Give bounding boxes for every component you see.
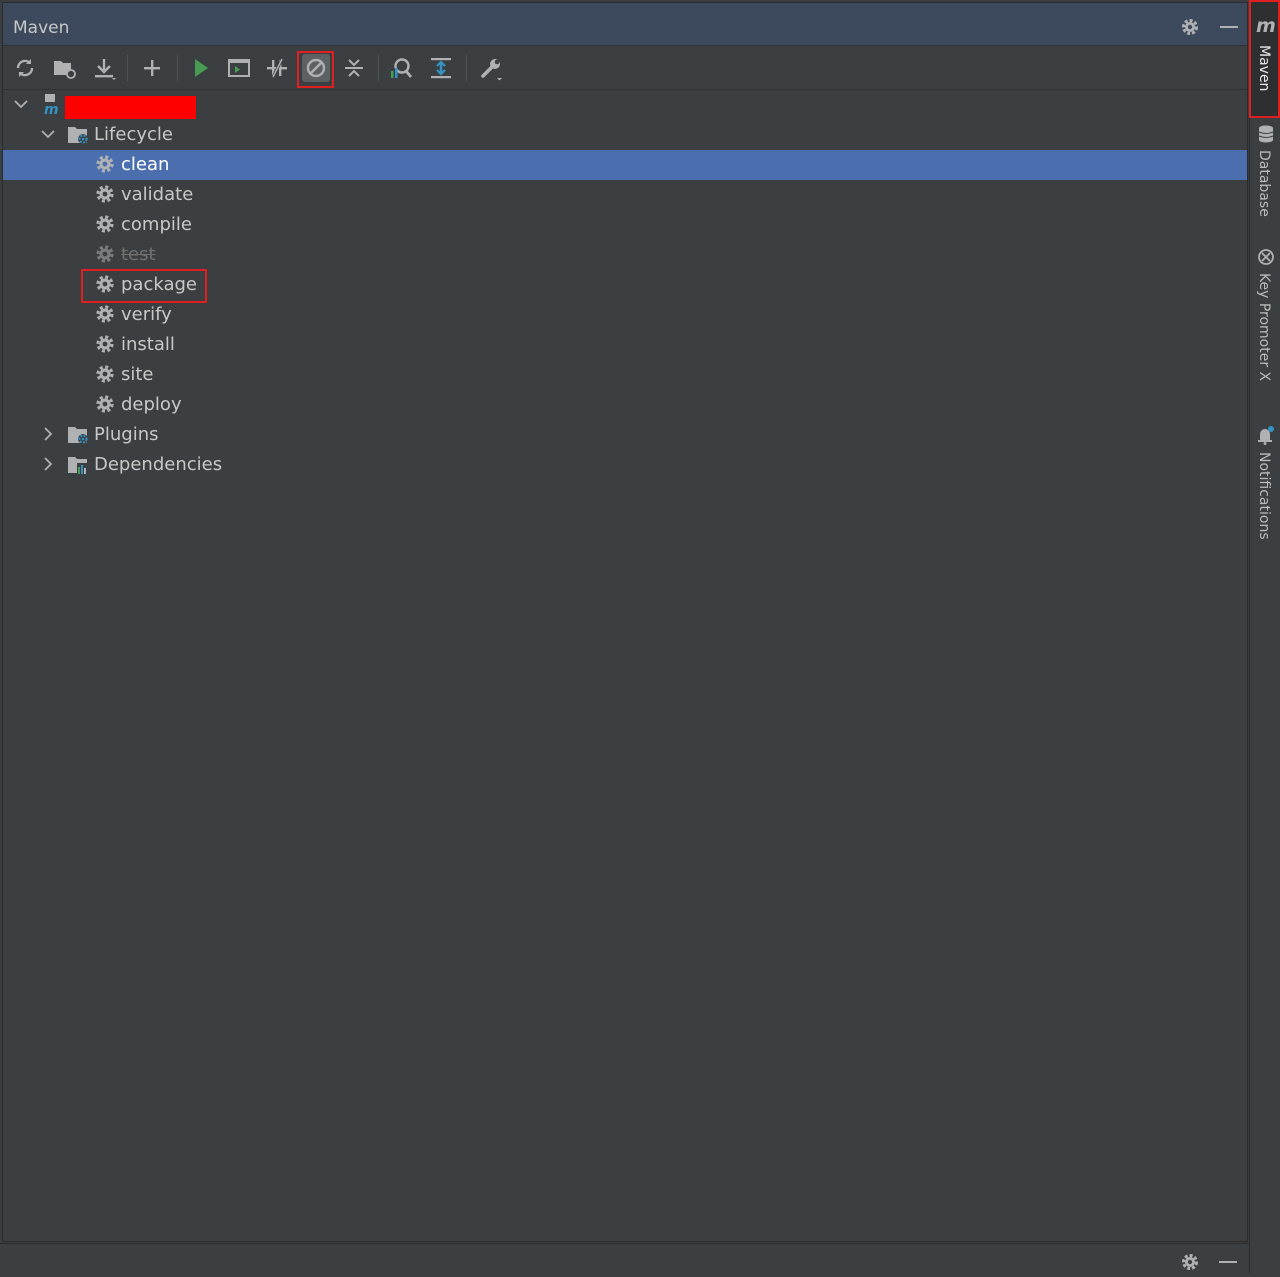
toolbar-separator (466, 55, 467, 81)
gear-icon[interactable] (1179, 16, 1201, 38)
toolbar-separator (177, 55, 178, 81)
plus-icon[interactable] (138, 54, 166, 82)
side-tab-maven[interactable]: m Maven (1249, 0, 1280, 118)
goal-label: validate (121, 184, 194, 205)
toolbar-separator (127, 55, 128, 81)
gear-icon (94, 153, 116, 175)
maven-tab-highlight (1249, 0, 1280, 118)
play-icon[interactable] (187, 54, 215, 82)
tool-window-header: Maven (3, 3, 1247, 46)
bottom-tool-strip (0, 1243, 1249, 1274)
goal-label: deploy (121, 394, 182, 415)
tree-label-lifecycle: Lifecycle (94, 124, 173, 145)
maven-tool-window: Maven m Lifecycle clean validate compile… (2, 2, 1248, 1242)
goal-label: clean (121, 154, 170, 175)
goal-label: install (121, 334, 175, 355)
gear-icon[interactable] (1179, 1251, 1201, 1277)
side-tab-notifications[interactable]: Notifications (1250, 422, 1280, 552)
tree-row-goal[interactable]: package (3, 269, 1247, 303)
goal-label: compile (121, 214, 192, 235)
wrench-icon[interactable] (477, 54, 505, 82)
chevron-down-icon[interactable] (39, 125, 57, 143)
collapse-icon[interactable] (340, 54, 368, 82)
gear-icon (94, 243, 116, 265)
tree-row-goal[interactable]: test (3, 240, 1247, 270)
plugins-folder-icon (67, 423, 89, 445)
goal-label: verify (121, 304, 172, 325)
right-tool-strip: m Maven Database Key Promoter X Notifica… (1249, 0, 1280, 1273)
dependency-analyzer-icon[interactable] (388, 54, 416, 82)
folder-refresh-icon[interactable] (50, 54, 78, 82)
tree-row-lifecycle[interactable]: Lifecycle (3, 120, 1247, 150)
side-tab-key-promoter[interactable]: Key Promoter X (1250, 245, 1280, 395)
maven-module-icon: m (41, 93, 63, 118)
tree-row-project[interactable]: m (3, 90, 1247, 120)
package-highlight (81, 269, 207, 303)
skip-tests-highlight (297, 51, 334, 88)
tree-row-plugins[interactable]: Plugins (3, 420, 1247, 450)
chevron-down-icon[interactable] (12, 95, 30, 113)
dependencies-folder-icon (67, 453, 89, 475)
side-tab-label: Database (1256, 150, 1272, 217)
key-promoter-icon (1257, 248, 1275, 270)
database-icon (1257, 124, 1275, 148)
lifecycle-folder-icon (67, 123, 89, 145)
side-tab-database[interactable]: Database (1250, 120, 1280, 230)
bell-icon (1256, 425, 1276, 449)
chevron-right-icon[interactable] (39, 455, 57, 473)
gear-icon (94, 333, 116, 355)
tree-row-goal[interactable]: verify (3, 300, 1247, 330)
goal-label: test (121, 244, 156, 265)
goal-label: site (121, 364, 154, 385)
tree-row-goal[interactable]: compile (3, 210, 1247, 240)
svg-text:m: m (44, 102, 59, 115)
terminal-icon[interactable] (225, 54, 253, 82)
tree-label-plugins: Plugins (94, 424, 159, 445)
tree-label-dependencies: Dependencies (94, 454, 223, 475)
maven-toolbar (3, 46, 1247, 90)
tree-row-goal[interactable]: validate (3, 180, 1247, 210)
gear-icon (94, 183, 116, 205)
refresh-icon[interactable] (11, 54, 39, 82)
gear-icon (94, 393, 116, 415)
gear-icon (94, 303, 116, 325)
tree-row-goal[interactable]: deploy (3, 390, 1247, 420)
tree-row-dependencies[interactable]: Dependencies (3, 450, 1247, 480)
gear-icon (94, 213, 116, 235)
offline-icon[interactable] (263, 54, 291, 82)
side-tab-label: Notifications (1256, 452, 1272, 540)
minimize-icon[interactable] (1217, 1251, 1239, 1277)
gear-icon (94, 363, 116, 385)
tree-row-goal[interactable]: install (3, 330, 1247, 360)
expand-icon[interactable] (427, 54, 455, 82)
tool-window-title: Maven (13, 18, 70, 38)
tree-row-goal[interactable]: site (3, 360, 1247, 390)
project-name-redacted (65, 96, 196, 119)
minimize-icon[interactable] (1218, 16, 1240, 38)
chevron-right-icon[interactable] (39, 425, 57, 443)
maven-project-tree: m Lifecycle clean validate compile test … (3, 90, 1247, 490)
side-tab-label: Key Promoter X (1256, 273, 1272, 382)
toolbar-separator (378, 55, 379, 81)
download-icon[interactable] (90, 54, 118, 82)
tree-row-goal[interactable]: clean (3, 150, 1247, 180)
